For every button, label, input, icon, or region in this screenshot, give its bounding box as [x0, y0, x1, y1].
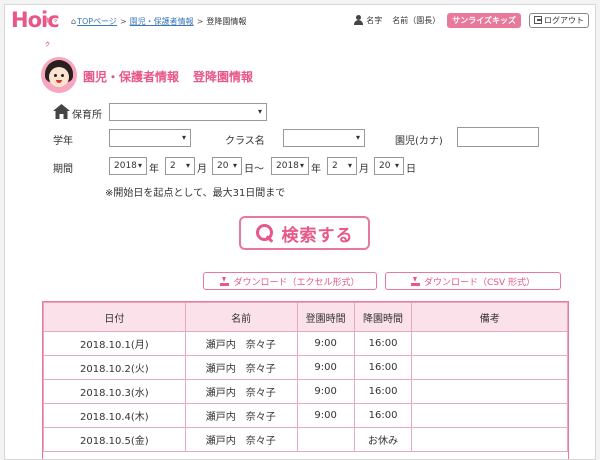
- end-year-select[interactable]: 2018: [271, 157, 309, 175]
- cell-arrival: 9:00: [296, 379, 355, 404]
- download-excel-label: ダウンロード（エクセル形式）: [233, 277, 360, 288]
- house-icon: [53, 104, 70, 119]
- cell-date: 2018.10.2(火): [43, 355, 186, 380]
- col-header-date: 日付: [43, 302, 186, 332]
- kana-label: 園児(カナ): [395, 136, 443, 147]
- cell-name: 瀬戸内 奈々子: [184, 427, 298, 452]
- grade-label: 学年: [53, 136, 73, 147]
- col-header-name: 名前: [184, 302, 298, 332]
- avatar-girl-icon: [41, 57, 77, 93]
- search-icon: [255, 224, 274, 242]
- user-area: 名字 名前（園長） サンライズキッズ ログアウト: [354, 12, 589, 28]
- cell-remarks: [411, 355, 568, 380]
- cell-date: 2018.10.5(金): [43, 427, 186, 452]
- page-title-page: 登降園情報: [193, 70, 254, 84]
- start-month-unit: 月: [197, 164, 207, 175]
- class-label: クラス名: [225, 136, 265, 147]
- kana-input[interactable]: [457, 127, 539, 147]
- breadcrumb-current: 登降園情報: [206, 17, 247, 26]
- cell-name: 瀬戸内 奈々子: [184, 331, 298, 356]
- cell-departure: お休み: [353, 427, 413, 452]
- table-row: 2018.10.5(金) 瀬戸内 奈々子 お休み: [43, 427, 568, 452]
- cell-remarks: [411, 379, 568, 404]
- col-header-arrival: 登園時間: [296, 302, 355, 332]
- hoic-logo[interactable]: Hoic ホイック: [11, 8, 60, 48]
- logout-label: ログアウト: [544, 15, 584, 25]
- table-row: 2018.10.3(水) 瀬戸内 奈々子 9:00 16:00: [43, 379, 568, 404]
- cell-departure: 16:00: [353, 355, 413, 380]
- breadcrumb-top-link[interactable]: TOPページ: [77, 17, 117, 26]
- search-button-label: 検索する: [281, 225, 354, 246]
- user-label: 名字: [366, 15, 383, 25]
- end-day-select[interactable]: 20: [374, 157, 404, 175]
- class-select[interactable]: [283, 129, 365, 147]
- download-icon: [410, 276, 420, 286]
- start-year-unit: 年: [149, 164, 159, 175]
- col-header-departure: 降園時間: [353, 302, 413, 332]
- nursery-select[interactable]: [109, 103, 267, 121]
- cell-arrival: [296, 427, 355, 452]
- cell-date: 2018.10.4(木): [43, 403, 186, 428]
- download-icon: [220, 276, 230, 286]
- page-title-section: 園児・保護者情報: [83, 70, 180, 84]
- col-header-remarks: 備考: [411, 302, 568, 332]
- table-row: 2018.10.1(月) 瀬戸内 奈々子 9:00 16:00: [43, 331, 568, 356]
- grade-select[interactable]: [109, 129, 191, 147]
- period-label: 期間: [53, 164, 73, 175]
- cell-name: 瀬戸内 奈々子: [184, 355, 298, 380]
- cell-remarks: [411, 427, 568, 452]
- cell-name: 瀬戸内 奈々子: [184, 403, 298, 428]
- period-note: ※開始日を起点として、最大31日間まで: [105, 188, 286, 199]
- end-month-select[interactable]: 2: [327, 157, 357, 175]
- breadcrumb: ⌂TOPページ > 園児・保護者情報 > 登降園情報: [71, 16, 246, 27]
- logout-button[interactable]: ログアウト: [529, 12, 589, 28]
- logout-icon: [534, 16, 542, 24]
- breadcrumb-sep: >: [119, 17, 127, 26]
- cell-departure: 16:00: [353, 403, 413, 428]
- cell-arrival: 9:00: [296, 403, 355, 428]
- cell-departure: 16:00: [353, 379, 413, 404]
- table-row: 2018.10.2(火) 瀬戸内 奈々子 9:00 16:00: [43, 355, 568, 380]
- person-icon: [354, 15, 364, 25]
- download-csv-button[interactable]: ダウンロード（CSV 形式）: [385, 272, 561, 290]
- cell-remarks: [411, 331, 568, 356]
- end-month-unit: 月: [359, 164, 369, 175]
- cell-name: 瀬戸内 奈々子: [184, 379, 298, 404]
- cell-remarks: [411, 403, 568, 428]
- app-frame: Hoic ホイック ⌂TOPページ > 園児・保護者情報 > 登降園情報 名字 名前（園…: [4, 4, 596, 460]
- start-year-select[interactable]: 2018: [109, 157, 147, 175]
- table-row: 2018.10.4(木) 瀬戸内 奈々子 9:00 16:00: [43, 403, 568, 428]
- user-name: 名前（園長）: [392, 15, 441, 25]
- attendance-table: 日付 名前 登園時間 降園時間 備考 2018.10.1(月) 瀬戸内 奈々子 …: [43, 302, 568, 452]
- cell-departure: 16:00: [353, 331, 413, 356]
- cell-arrival: 9:00: [296, 331, 355, 356]
- end-day-unit: 日: [406, 164, 416, 175]
- home-icon: ⌂: [71, 17, 77, 26]
- start-day-select[interactable]: 20: [212, 157, 242, 175]
- start-month-select[interactable]: 2: [165, 157, 195, 175]
- range-separator: 日～: [244, 164, 264, 175]
- download-csv-label: ダウンロード（CSV 形式）: [423, 277, 535, 288]
- school-badge[interactable]: サンライズキッズ: [447, 12, 521, 28]
- cell-date: 2018.10.1(月): [43, 331, 186, 356]
- page-title: 園児・保護者情報 登降園情報: [83, 68, 253, 85]
- cell-arrival: 9:00: [296, 355, 355, 380]
- search-button[interactable]: 検索する: [239, 216, 370, 250]
- table-header-row: 日付 名前 登園時間 降園時間 備考: [43, 302, 568, 332]
- download-excel-button[interactable]: ダウンロード（エクセル形式）: [203, 272, 377, 290]
- end-year-unit: 年: [311, 164, 321, 175]
- cell-date: 2018.10.3(水): [43, 379, 186, 404]
- breadcrumb-sep: >: [196, 17, 204, 26]
- logo-subtext: ホイック: [45, 18, 58, 48]
- breadcrumb-parent-link[interactable]: 園児・保護者情報: [130, 17, 194, 26]
- nursery-label: 保育所: [72, 110, 102, 121]
- header: Hoic ホイック ⌂TOPページ > 園児・保護者情報 > 登降園情報 名字 名前（園…: [5, 5, 595, 48]
